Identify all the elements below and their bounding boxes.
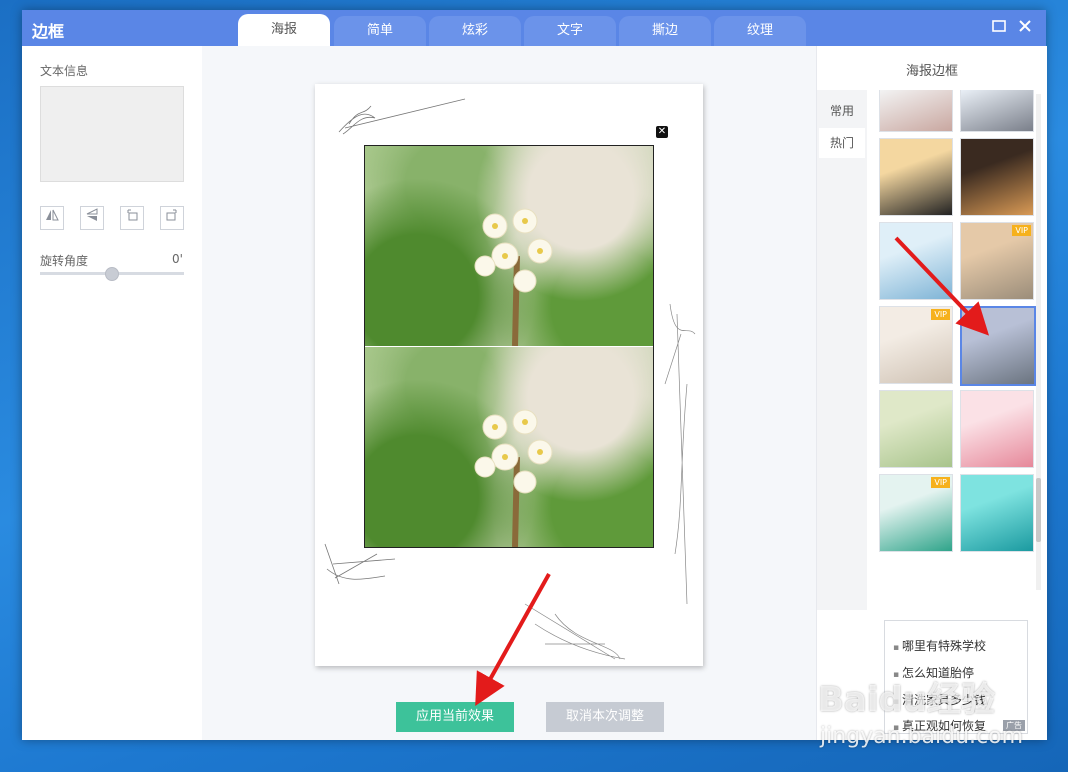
- frame-thumbnail[interactable]: VIP: [879, 306, 953, 384]
- rotate-left-icon[interactable]: [120, 206, 144, 230]
- watermark-url: jingyan.baidu.com: [820, 724, 1024, 749]
- vip-badge: VIP: [931, 477, 950, 488]
- tab-poster[interactable]: 海报: [238, 14, 330, 46]
- frame-thumbnail[interactable]: [960, 138, 1034, 216]
- cancel-adjustment-button[interactable]: 取消本次调整: [546, 702, 664, 732]
- vip-badge: VIP: [1012, 225, 1031, 236]
- flip-vertical-icon[interactable]: [80, 206, 104, 230]
- frame-thumbnail[interactable]: [879, 138, 953, 216]
- frame-thumbnail[interactable]: [960, 474, 1034, 552]
- editor-window: 边框 海报 简单 炫彩 文字 撕边 纹理 文本信息 旋转角度 0' ✕ 应用当前…: [22, 10, 1047, 740]
- frame-thumbnail[interactable]: [960, 390, 1034, 468]
- category-list: 常用 热门: [817, 90, 867, 610]
- rotate-angle-label: 旋转角度: [40, 254, 89, 268]
- frame-thumbnail[interactable]: [879, 90, 953, 132]
- panel-title: 海报边框: [905, 64, 958, 79]
- frame-thumbnail[interactable]: [879, 390, 953, 468]
- tab-colorful[interactable]: 炫彩: [429, 16, 521, 46]
- flower-image: [474, 208, 553, 346]
- poster-preview: ✕: [315, 84, 703, 666]
- tab-texture[interactable]: 纹理: [714, 16, 806, 46]
- flower-image: [474, 409, 553, 547]
- category-hot[interactable]: 热门: [819, 128, 865, 158]
- watermark-logo: Baidu经验: [818, 680, 996, 720]
- flip-horizontal-icon[interactable]: [40, 206, 64, 230]
- apply-effect-button[interactable]: 应用当前效果: [396, 702, 514, 732]
- tab-simple[interactable]: 简单: [334, 16, 426, 46]
- app-title: 边框: [32, 22, 65, 41]
- vip-badge: VIP: [931, 309, 950, 320]
- frame-thumbnail-grid: VIP VIP VIP: [867, 90, 1047, 594]
- category-common[interactable]: 常用: [819, 96, 865, 126]
- tab-text[interactable]: 文字: [524, 16, 616, 46]
- frame-thumbnail[interactable]: VIP: [879, 474, 953, 552]
- photo-bottom: [365, 347, 653, 547]
- frame-thumbnail[interactable]: [960, 306, 1036, 386]
- text-info-label: 文本信息: [40, 64, 89, 78]
- rotate-angle-value: 0': [172, 252, 183, 266]
- ad-link[interactable]: 哪里有特殊学校: [893, 637, 986, 654]
- thumbnail-scrollbar[interactable]: [1036, 94, 1041, 590]
- left-panel: 文本信息 旋转角度 0': [22, 46, 203, 740]
- title-bar: 边框 海报 简单 炫彩 文字 撕边 纹理: [22, 10, 1046, 46]
- frame-thumbnail[interactable]: VIP: [960, 222, 1034, 300]
- photo-top: [365, 146, 653, 346]
- rotate-slider-handle[interactable]: [105, 267, 119, 281]
- scrollbar-thumb[interactable]: [1036, 478, 1041, 542]
- frame-thumbnail[interactable]: [879, 222, 953, 300]
- photo-frame[interactable]: [364, 145, 654, 548]
- canvas-area: ✕ 应用当前效果 取消本次调整: [202, 46, 816, 740]
- maximize-icon[interactable]: [992, 18, 1006, 38]
- tab-torn-edge[interactable]: 撕边: [619, 16, 711, 46]
- text-info-input[interactable]: [40, 86, 184, 182]
- close-icon[interactable]: [1018, 18, 1032, 38]
- remove-frame-icon[interactable]: ✕: [656, 126, 668, 138]
- rotate-right-icon[interactable]: [160, 206, 184, 230]
- frame-thumbnail[interactable]: [960, 90, 1034, 132]
- right-panel: 海报边框 常用 热门 VIPVIPVIP 哪里有特殊学校 怎么知道胎停 清洗家具…: [816, 46, 1047, 740]
